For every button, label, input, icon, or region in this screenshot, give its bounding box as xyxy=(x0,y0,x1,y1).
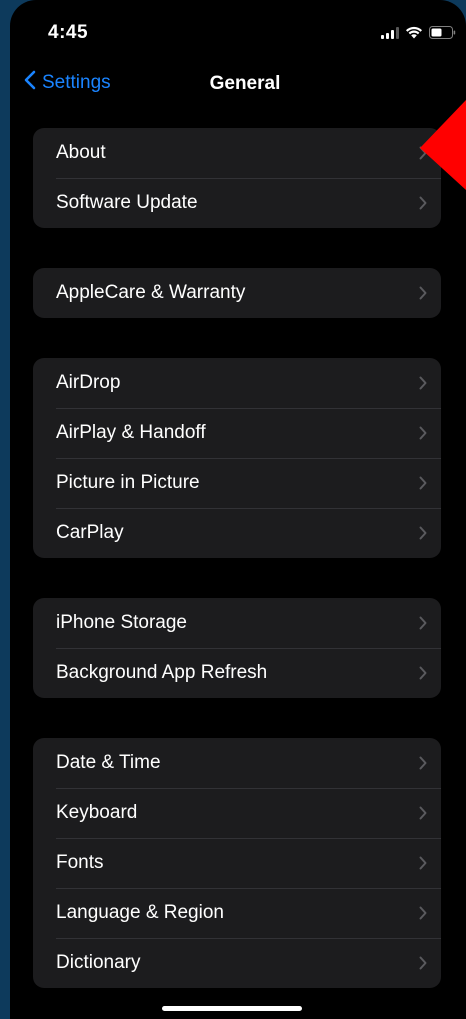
red-arrow-marker xyxy=(420,100,466,190)
chevron-right-icon xyxy=(419,376,427,390)
row-airdrop[interactable]: AirDrop xyxy=(33,358,441,408)
chevron-right-icon xyxy=(419,476,427,490)
phone-screen: 4:45 Settings General About Software Upd… xyxy=(10,0,466,1019)
row-label: Picture in Picture xyxy=(56,472,200,493)
chevron-right-icon xyxy=(419,196,427,210)
row-label: Software Update xyxy=(56,192,198,213)
row-about[interactable]: About xyxy=(33,128,441,178)
navigation-bar: Settings General xyxy=(10,62,466,106)
page-title: General xyxy=(209,73,281,94)
chevron-right-icon xyxy=(419,806,427,820)
settings-group-4: iPhone Storage Background App Refresh xyxy=(33,598,441,698)
settings-group-3: AirDrop AirPlay & Handoff Picture in Pic… xyxy=(33,358,441,558)
row-language-region[interactable]: Language & Region xyxy=(33,888,441,938)
row-label: Background App Refresh xyxy=(56,662,268,683)
row-applecare-warranty[interactable]: AppleCare & Warranty xyxy=(33,268,441,318)
settings-group-2: AppleCare & Warranty xyxy=(33,268,441,318)
status-time: 4:45 xyxy=(48,22,89,43)
battery-icon xyxy=(429,26,456,39)
settings-group-5: Date & Time Keyboard Fonts Language & Re… xyxy=(33,738,441,988)
row-label: AirPlay & Handoff xyxy=(56,422,206,443)
row-carplay[interactable]: CarPlay xyxy=(33,508,441,558)
home-indicator xyxy=(162,1006,302,1011)
row-label: Dictionary xyxy=(56,952,141,973)
chevron-right-icon xyxy=(419,426,427,440)
row-airplay-handoff[interactable]: AirPlay & Handoff xyxy=(33,408,441,458)
row-fonts[interactable]: Fonts xyxy=(33,838,441,888)
row-label: AppleCare & Warranty xyxy=(56,282,246,303)
row-picture-in-picture[interactable]: Picture in Picture xyxy=(33,458,441,508)
row-label: Language & Region xyxy=(56,902,224,923)
row-label: Keyboard xyxy=(56,802,138,823)
row-label: AirDrop xyxy=(56,372,121,393)
row-label: CarPlay xyxy=(56,522,124,543)
settings-group-1: About Software Update xyxy=(33,128,441,228)
chevron-right-icon xyxy=(419,906,427,920)
chevron-right-icon xyxy=(419,526,427,540)
chevron-right-icon xyxy=(419,286,427,300)
row-background-app-refresh[interactable]: Background App Refresh xyxy=(33,648,441,698)
cellular-signal-icon xyxy=(381,26,399,39)
chevron-right-icon xyxy=(419,756,427,770)
wifi-icon xyxy=(405,26,423,39)
row-label: Fonts xyxy=(56,852,104,873)
row-date-time[interactable]: Date & Time xyxy=(33,738,441,788)
status-icons xyxy=(381,26,456,39)
row-software-update[interactable]: Software Update xyxy=(33,178,441,228)
row-dictionary[interactable]: Dictionary xyxy=(33,938,441,988)
row-iphone-storage[interactable]: iPhone Storage xyxy=(33,598,441,648)
chevron-right-icon xyxy=(419,856,427,870)
row-label: iPhone Storage xyxy=(56,612,187,633)
chevron-right-icon xyxy=(419,666,427,680)
status-bar: 4:45 xyxy=(10,0,466,60)
row-label: Date & Time xyxy=(56,752,161,773)
row-label: About xyxy=(56,142,106,163)
chevron-right-icon xyxy=(419,616,427,630)
chevron-right-icon xyxy=(419,956,427,970)
row-keyboard[interactable]: Keyboard xyxy=(33,788,441,838)
